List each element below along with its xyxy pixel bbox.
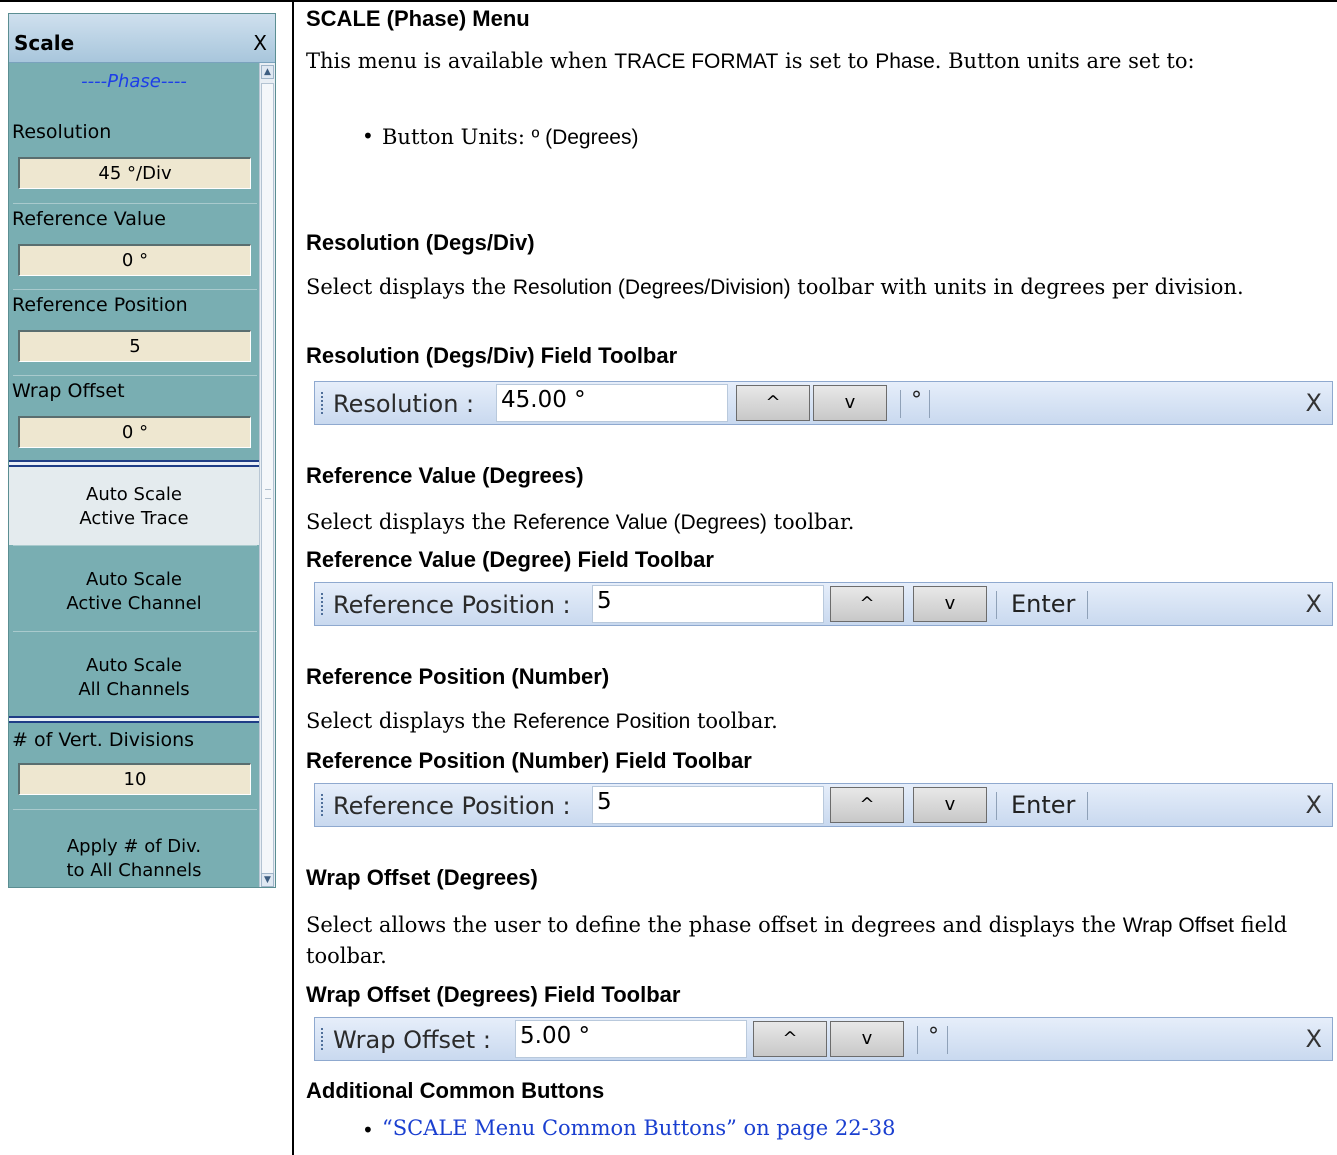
refpos-heading: Reference Position (Number) [306, 664, 610, 689]
common-buttons-link-line: “SCALE Menu Common Buttons” on page 22-3… [382, 1113, 1282, 1143]
common-buttons-heading: Additional Common Buttons [306, 1078, 605, 1103]
toolbar-separator [1087, 792, 1088, 820]
refvalue-toolbar-heading: Reference Value (Degree) Field Toolbar [306, 547, 714, 572]
wrap-heading: Wrap Offset (Degrees) [306, 865, 538, 890]
wrap-offset-field-toolbar: Wrap Offset : 5.00 ° ^ v ° X [314, 1017, 1333, 1061]
reference-position-label: Reference Position [12, 294, 188, 316]
toolbar-close-icon[interactable]: X [1306, 1025, 1322, 1053]
refpos-input[interactable]: 5 [592, 786, 824, 824]
decrement-button[interactable]: v [830, 1021, 904, 1057]
resolution-field[interactable]: 45 °/Div [18, 157, 251, 189]
bullet-icon: • [362, 124, 374, 148]
toolbar-close-icon[interactable]: X [1306, 791, 1322, 819]
toolbar-grip[interactable] [321, 593, 323, 615]
resolution-toolbar-heading: Resolution (Degs/Div) Field Toolbar [306, 343, 678, 368]
reference-value-label: Reference Value [12, 208, 166, 230]
toolbar-close-icon[interactable]: X [1306, 389, 1322, 417]
table-top-rule [0, 0, 1337, 2]
wrap-offset-field[interactable]: 0 ° [18, 416, 251, 448]
toolbar-label: Reference Position : [333, 792, 571, 820]
toolbar-grip[interactable] [321, 392, 323, 414]
section-divider [9, 716, 259, 723]
close-icon[interactable]: X [253, 31, 267, 55]
auto-scale-active-channel-button[interactable]: Auto Scale Active Channel [9, 546, 259, 631]
wrap-offset-label: Wrap Offset [12, 380, 125, 402]
toolbar-grip[interactable] [321, 1028, 323, 1050]
button-line: Active Trace [79, 508, 189, 529]
resolution-heading: Resolution (Degs/Div) [306, 230, 535, 255]
increment-button[interactable]: ^ [830, 586, 904, 622]
toolbar-separator [996, 792, 997, 820]
auto-scale-active-trace-button[interactable]: Auto Scale Active Trace [9, 467, 259, 545]
section-title: SCALE (Phase) Menu [306, 6, 530, 31]
enter-button[interactable]: Enter [1011, 791, 1075, 819]
enter-button[interactable]: Enter [1011, 590, 1075, 618]
divider [13, 375, 257, 376]
units-bullet: Button Units: º (Degrees) [382, 125, 639, 149]
refpos-toolbar-heading: Reference Position (Number) Field Toolba… [306, 748, 752, 773]
menu-scrollbar[interactable]: ▲ ▼ [259, 63, 275, 887]
divider [13, 203, 257, 204]
toolbar-separator [929, 390, 930, 418]
button-line: to All Channels [66, 860, 202, 881]
scroll-up-icon[interactable]: ▲ [261, 65, 274, 79]
scale-menu-panel: Scale X ----Phase---- Resolution 45 °/Di… [8, 13, 276, 888]
decrement-button[interactable]: v [913, 586, 987, 622]
refvalue-input[interactable]: 5 [592, 585, 824, 623]
refvalue-field-toolbar: Reference Position : 5 ^ v Enter X [314, 582, 1333, 626]
vert-divisions-label: # of Vert. Divisions [12, 729, 195, 751]
toolbar-separator [900, 390, 901, 418]
increment-button[interactable]: ^ [736, 385, 810, 421]
increment-button[interactable]: ^ [753, 1021, 827, 1057]
button-line: Active Channel [66, 593, 202, 614]
decrement-button[interactable]: v [913, 787, 987, 823]
toolbar-separator [1087, 591, 1088, 619]
vert-divisions-field[interactable]: 10 [18, 763, 251, 795]
decrement-button[interactable]: v [813, 385, 887, 421]
refpos-field-toolbar: Reference Position : 5 ^ v Enter X [314, 783, 1333, 827]
common-buttons-link[interactable]: “SCALE Menu Common Buttons” on page 22-3… [382, 1116, 895, 1140]
button-line: Apply # of Div. [66, 836, 202, 857]
menu-title: Scale [14, 31, 75, 55]
bullet-icon: • [362, 1118, 374, 1142]
refvalue-description: Select displays the Reference Value (Deg… [306, 510, 855, 534]
toolbar-separator [996, 591, 997, 619]
resolution-input[interactable]: 45.00 ° [496, 384, 728, 422]
toolbar-label: Reference Position : [333, 591, 571, 619]
scroll-thumb[interactable] [261, 83, 274, 878]
apply-div-all-channels-button[interactable]: Apply # of Div. to All Channels [9, 810, 259, 887]
reference-value-field[interactable]: 0 ° [18, 244, 251, 276]
increment-button[interactable]: ^ [830, 787, 904, 823]
section-divider [9, 460, 259, 467]
auto-scale-all-channels-button[interactable]: Auto Scale All Channels [9, 632, 259, 716]
toolbar-grip[interactable] [321, 794, 323, 816]
button-line: Auto Scale [86, 655, 182, 676]
button-line: Auto Scale [86, 484, 182, 505]
divider [13, 289, 257, 290]
refvalue-heading: Reference Value (Degrees) [306, 463, 584, 488]
table-column-rule [292, 0, 294, 1155]
toolbar-separator [917, 1026, 918, 1054]
phase-section-header: ----Phase---- [81, 71, 187, 92]
refpos-description: Select displays the Reference Position t… [306, 709, 778, 733]
resolution-description: Select displays the Resolution (Degrees/… [306, 275, 1244, 299]
toolbar-separator [947, 1026, 948, 1054]
menu-body: ----Phase---- Resolution 45 °/Div Refere… [9, 63, 259, 887]
wrap-description: Select allows the user to define the pha… [306, 913, 1288, 968]
button-line: Auto Scale [86, 569, 182, 590]
reference-position-field[interactable]: 5 [18, 330, 251, 362]
scroll-down-icon[interactable]: ▼ [261, 873, 274, 887]
intro-paragraph: This menu is available when TRACE FORMAT… [306, 49, 1195, 73]
degree-unit-button[interactable]: ° [928, 1024, 939, 1049]
resolution-field-toolbar: Resolution : 45.00 ° ^ v ° X [314, 381, 1333, 425]
button-line: All Channels [78, 679, 190, 700]
toolbar-close-icon[interactable]: X [1306, 590, 1322, 618]
toolbar-label: Resolution : [333, 390, 475, 418]
menu-title-bar: Scale X [9, 14, 275, 63]
toolbar-label: Wrap Offset : [333, 1026, 491, 1054]
wrap-toolbar-heading: Wrap Offset (Degrees) Field Toolbar [306, 982, 681, 1007]
resolution-label: Resolution [12, 121, 112, 143]
wrap-offset-input[interactable]: 5.00 ° [515, 1020, 747, 1058]
degree-unit-button[interactable]: ° [911, 388, 922, 413]
